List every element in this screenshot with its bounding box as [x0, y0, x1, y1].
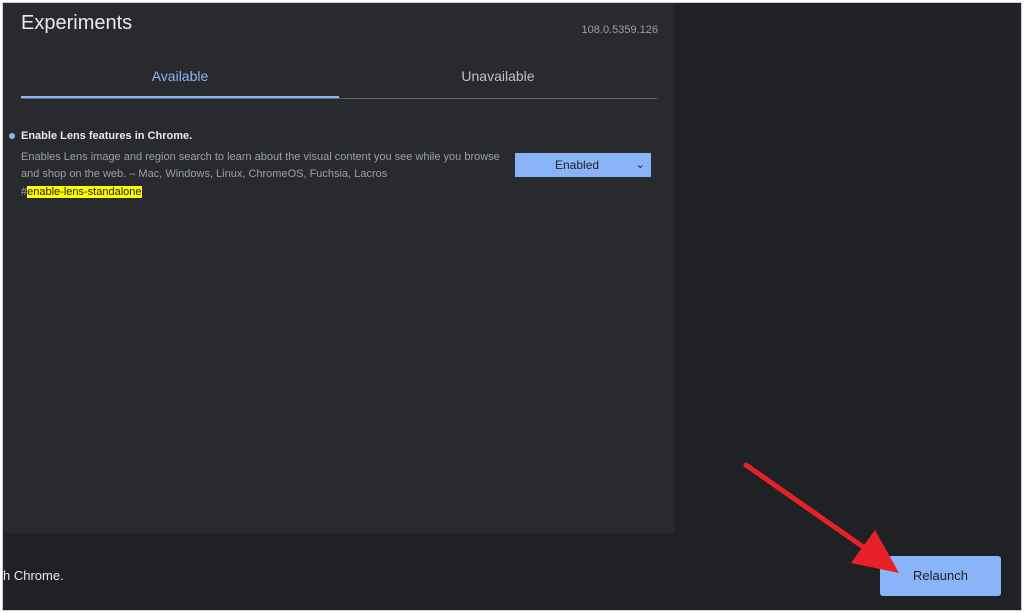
window-frame: Experiments 108.0.5359.126 Available Una… — [2, 2, 1022, 611]
relaunch-message: h Chrome. — [3, 568, 64, 583]
version-label: 108.0.5359.126 — [581, 24, 658, 36]
experiment-permalink[interactable]: #enable-lens-standalone — [21, 186, 142, 198]
experiment-state-select[interactable]: Enabled ⌄ — [515, 153, 651, 177]
experiment-flag-id[interactable]: enable-lens-standalone — [27, 186, 142, 198]
selected-option: Enabled — [555, 158, 600, 172]
page-title: Experiments — [21, 12, 133, 34]
tab-unavailable[interactable]: Unavailable — [339, 61, 657, 97]
tab-bar: Available Unavailable — [21, 61, 657, 99]
experiment-name: Enable Lens features in Chrome. — [21, 130, 193, 142]
empty-sidebar-area — [674, 3, 1021, 533]
relaunch-button[interactable]: Relaunch — [880, 556, 1001, 596]
tab-available[interactable]: Available — [21, 61, 339, 98]
chevron-down-icon: ⌄ — [635, 159, 645, 171]
experiments-panel: Experiments 108.0.5359.126 Available Una… — [3, 3, 674, 533]
modified-indicator-dot — [9, 133, 15, 139]
experiment-description: Enables Lens image and region search to … — [21, 151, 500, 180]
